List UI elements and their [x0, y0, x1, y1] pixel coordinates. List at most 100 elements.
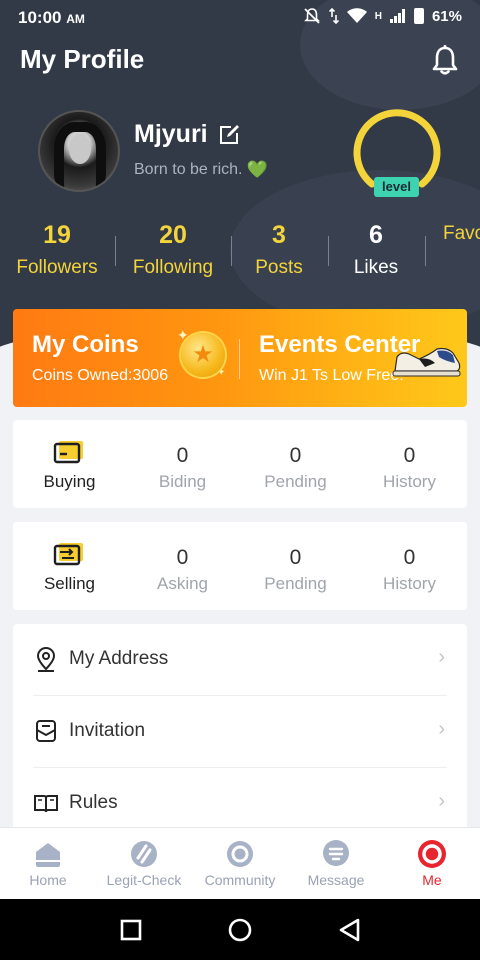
mute-icon: [303, 8, 320, 24]
username-text: Mjyuri: [134, 120, 208, 148]
count-label: Biding: [158, 472, 207, 491]
status-time: 10:00 AM: [18, 8, 85, 27]
avatar-hair: [54, 122, 106, 188]
tab-me[interactable]: Me: [384, 828, 480, 900]
battery-percent: 61%: [431, 7, 462, 25]
tab-label: Message: [307, 872, 365, 888]
stat-value: 6: [369, 221, 383, 249]
stat-value: 20: [159, 221, 187, 249]
tab-label: Community: [204, 872, 276, 888]
edit-icon[interactable]: [218, 124, 240, 146]
stat-label: Likes: [353, 257, 399, 278]
count-label: History: [383, 472, 436, 491]
level-badge[interactable]: level: [374, 177, 419, 197]
tab-message[interactable]: Message: [288, 828, 384, 900]
heart-emoji: 💚: [246, 160, 268, 179]
page-title: My Profile: [20, 44, 145, 74]
menu-label: Rules: [69, 792, 118, 813]
message-icon: [323, 840, 349, 866]
buying-button[interactable]: Buying: [13, 420, 126, 508]
count-value: 0: [403, 546, 416, 569]
book-icon: [34, 795, 58, 813]
status-icons: H 61%: [303, 7, 462, 25]
count-value: 0: [176, 546, 189, 569]
count-label: Asking: [156, 574, 209, 593]
stat-posts[interactable]: 3 Posts: [224, 218, 334, 284]
legit-check-icon: [131, 841, 157, 867]
stat-divider: [328, 236, 329, 266]
stat-divider: [115, 236, 116, 266]
wifi-icon: [346, 8, 367, 23]
tab-home[interactable]: Home: [0, 828, 96, 900]
selling-pending[interactable]: 0 Pending: [239, 522, 352, 610]
chevron-right-icon: ›: [438, 646, 445, 668]
buying-card: Buying 0 Biding 0 Pending 0 History: [13, 420, 467, 508]
menu-item-invitation[interactable]: Invitation ›: [13, 696, 467, 768]
coins-title: My Coins: [32, 331, 139, 358]
profile-stats: 19 Followers 20 Following 3 Posts 6 Like…: [0, 218, 480, 284]
sneaker-icon: [392, 347, 461, 377]
count-value: 0: [289, 444, 302, 467]
stat-label: Followers: [16, 257, 98, 278]
menu-label: Invitation: [69, 720, 146, 741]
network-type: H: [374, 10, 382, 22]
community-icon: [227, 841, 253, 867]
coins-events-banner: My Coins Coins Owned:3006 ✦ ✦ ★ Events C…: [13, 309, 467, 407]
buying-history[interactable]: 0 History: [353, 420, 466, 508]
username: Mjyuri: [134, 120, 240, 149]
stat-value: 3: [272, 221, 286, 249]
stat-label: Following: [132, 257, 214, 278]
buying-pending[interactable]: 0 Pending: [239, 420, 352, 508]
android-nav-bar: [0, 899, 480, 960]
menu-item-my-address[interactable]: My Address ›: [13, 624, 467, 696]
tab-legit-check[interactable]: Legit-Check: [96, 828, 192, 900]
events-center-button[interactable]: Events Center Win J1 Ts Low Free!: [240, 309, 467, 407]
count-value: 0: [176, 444, 189, 467]
avatar[interactable]: [38, 110, 120, 192]
count-value: 0: [403, 444, 416, 467]
stat-divider: [425, 236, 426, 266]
stat-label: Favo: [443, 223, 480, 244]
my-coins-button[interactable]: My Coins Coins Owned:3006 ✦ ✦ ★: [13, 309, 239, 407]
selling-button[interactable]: Selling: [13, 522, 126, 610]
stat-followers[interactable]: 19 Followers: [2, 218, 112, 284]
signal-icon: [389, 9, 405, 23]
home-icon: [36, 843, 60, 867]
home-button-icon[interactable]: [227, 917, 253, 943]
tab-label: Me: [422, 872, 442, 888]
selling-card-icon: [53, 543, 83, 566]
count-value: 0: [289, 546, 302, 569]
invitation-icon: [36, 720, 56, 742]
coin-icon: ★: [181, 333, 225, 377]
tab-community[interactable]: Community: [192, 828, 288, 900]
notification-bell-icon[interactable]: [430, 44, 460, 76]
count-label: History: [383, 574, 436, 593]
selling-label: Selling: [43, 574, 96, 593]
chevron-right-icon: ›: [438, 790, 445, 812]
stat-label: Posts: [255, 257, 303, 278]
data-arrows-icon: [328, 8, 339, 24]
chevron-right-icon: ›: [438, 718, 445, 740]
stat-divider: [231, 236, 232, 266]
tab-label: Legit-Check: [106, 872, 182, 888]
bottom-tab-bar: Home Legit-Check Community Message Me: [0, 827, 480, 899]
profile-bio: Born to be rich. 💚: [134, 160, 268, 180]
back-icon[interactable]: [337, 917, 363, 943]
count-label: Pending: [264, 574, 327, 593]
selling-card: Selling 0 Asking 0 Pending 0 History: [13, 522, 467, 610]
wallet-card-icon: [53, 441, 83, 464]
menu-label: My Address: [69, 648, 169, 669]
coins-owned: Coins Owned:3006: [32, 367, 169, 384]
location-pin-icon: [36, 647, 56, 672]
stat-following[interactable]: 20 Following: [118, 218, 228, 284]
events-subtitle: Win J1 Ts Low Free!: [259, 367, 404, 384]
recent-apps-icon[interactable]: [118, 917, 144, 943]
stat-favorites[interactable]: Favo: [437, 218, 480, 250]
selling-history[interactable]: 0 History: [353, 522, 466, 610]
buying-biding[interactable]: 0 Biding: [126, 420, 239, 508]
stat-likes[interactable]: 6 Likes: [321, 218, 431, 284]
settings-menu: My Address › Invitation › Rules ›: [13, 624, 467, 854]
count-label: Pending: [264, 472, 327, 491]
me-icon: [418, 840, 446, 868]
selling-asking[interactable]: 0 Asking: [126, 522, 239, 610]
